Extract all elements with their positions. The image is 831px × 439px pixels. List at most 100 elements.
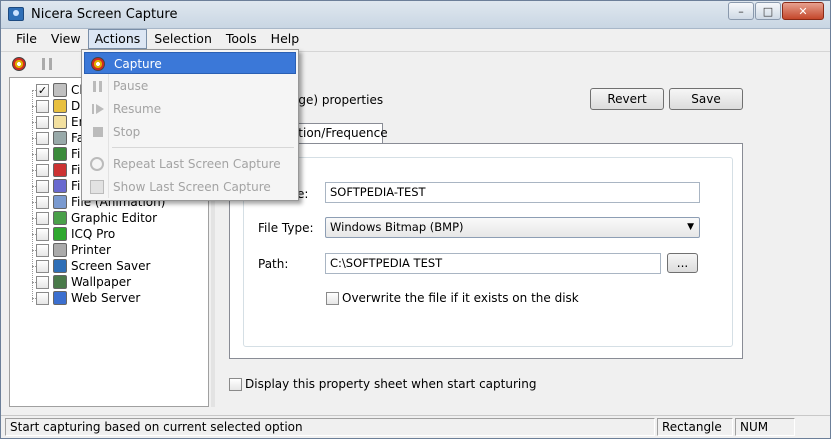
menu-item-label: Resume: [113, 102, 162, 116]
tree-item-checkbox[interactable]: [36, 227, 49, 241]
toolbar-pause-button[interactable]: [37, 54, 57, 74]
status-mode: Rectangle: [657, 418, 733, 436]
tree-item-checkbox[interactable]: [36, 147, 49, 161]
file-type-value: Windows Bitmap (BMP): [330, 220, 464, 234]
destination-icon: [53, 131, 67, 145]
tree-connector: [32, 170, 36, 171]
tree-item[interactable]: Graphic Editor: [32, 210, 158, 226]
menu-item-label: Show Last Screen Capture: [113, 180, 271, 194]
destination-icon: [53, 243, 67, 257]
tree-connector: [32, 122, 36, 123]
tree-item-checkbox[interactable]: [36, 195, 49, 209]
overwrite-checkbox[interactable]: [326, 291, 339, 305]
display-sheet-checkbox[interactable]: [229, 377, 242, 391]
properties-title: age) properties: [291, 93, 384, 107]
display-sheet-option[interactable]: Display this property sheet when start c…: [229, 377, 536, 391]
menu-bar: File View Actions Selection Tools Help: [1, 29, 830, 49]
tree-item-checkbox[interactable]: [36, 243, 49, 257]
tree-connector: [32, 218, 36, 219]
tree-item[interactable]: Web Server: [32, 290, 140, 306]
tree-item-checkbox[interactable]: [36, 131, 49, 145]
destination-icon: [53, 195, 67, 209]
tree-connector: [32, 250, 36, 251]
window-title: Nicera Screen Capture: [31, 7, 178, 22]
menu-item-resume[interactable]: Resume: [84, 98, 296, 120]
tree-connector: [32, 154, 36, 155]
destination-icon: [53, 99, 67, 113]
save-button[interactable]: Save: [669, 88, 743, 110]
tree-item-checkbox[interactable]: [36, 275, 49, 289]
destination-icon: [53, 275, 67, 289]
close-button[interactable]: ✕: [782, 2, 824, 20]
tree-connector: [32, 186, 36, 187]
app-window: Nicera Screen Capture – □ ✕ File View Ac…: [0, 0, 831, 439]
tree-item[interactable]: Screen Saver: [32, 258, 151, 274]
menu-item-repeat-last[interactable]: Repeat Last Screen Capture: [84, 153, 296, 175]
menu-item-show-last[interactable]: Show Last Screen Capture: [84, 176, 296, 198]
tree-connector: [32, 298, 36, 299]
dropdown-arrow-icon: ▼: [687, 222, 694, 232]
capture-icon: [91, 57, 105, 71]
name-input[interactable]: SOFTPEDIA-TEST: [325, 182, 700, 203]
overwrite-label: Overwrite the file if it exists on the d…: [342, 291, 579, 305]
stop-icon: [93, 127, 103, 137]
path-input[interactable]: C:\SOFTPEDIA TEST: [325, 253, 661, 274]
actions-menu: Capture Pause Resume Stop Repeat Last Sc…: [81, 49, 299, 201]
resume-icon: [90, 102, 104, 116]
window-controls: – □ ✕: [728, 2, 824, 20]
menu-item-capture[interactable]: Capture: [84, 52, 296, 74]
tree-item-checkbox[interactable]: [36, 291, 49, 305]
revert-button[interactable]: Revert: [590, 88, 664, 110]
tree-item[interactable]: ICQ Pro: [32, 226, 115, 242]
display-sheet-label: Display this property sheet when start c…: [245, 377, 537, 391]
menu-view[interactable]: View: [44, 29, 88, 49]
destination-icon: [53, 227, 67, 241]
maximize-button[interactable]: □: [755, 2, 781, 20]
menu-item-label: Capture: [114, 57, 162, 71]
tree-item-label: Screen Saver: [71, 259, 151, 273]
menu-help[interactable]: Help: [264, 29, 307, 49]
overwrite-option[interactable]: Overwrite the file if it exists on the d…: [326, 291, 579, 305]
tree-connector: [32, 282, 36, 283]
menu-selection[interactable]: Selection: [147, 29, 219, 49]
menu-tools[interactable]: Tools: [219, 29, 264, 49]
title-bar: Nicera Screen Capture – □ ✕: [1, 1, 830, 29]
tree-item-checkbox[interactable]: [36, 115, 49, 129]
destination-icon: [53, 179, 67, 193]
menu-item-pause[interactable]: Pause: [84, 75, 296, 97]
menu-actions[interactable]: Actions: [87, 29, 148, 49]
tree-item[interactable]: Da: [32, 98, 88, 114]
tree-item[interactable]: Fa: [32, 130, 84, 146]
status-num: NUM: [735, 418, 795, 436]
tree-item-checkbox[interactable]: ✓: [36, 83, 49, 97]
tree-item-label: Printer: [71, 243, 111, 257]
show-capture-icon: [90, 180, 104, 194]
tree-item-label: Graphic Editor: [71, 211, 158, 225]
menu-file[interactable]: File: [9, 29, 44, 49]
destination-icon: [53, 83, 67, 97]
menu-item-stop[interactable]: Stop: [84, 121, 296, 143]
tree-item[interactable]: Printer: [32, 242, 111, 258]
tree-item-checkbox[interactable]: [36, 99, 49, 113]
destination-icon: [53, 211, 67, 225]
tree-connector: [32, 234, 36, 235]
repeat-icon: [90, 157, 104, 171]
tree-item-checkbox[interactable]: [36, 179, 49, 193]
toolbar-capture-button[interactable]: [9, 54, 29, 74]
tree-item[interactable]: Wallpaper: [32, 274, 131, 290]
tree-item-checkbox[interactable]: [36, 163, 49, 177]
tree-item-checkbox[interactable]: [36, 259, 49, 273]
capture-icon: [12, 56, 26, 71]
file-type-select[interactable]: Windows Bitmap (BMP) ▼: [325, 217, 700, 238]
minimize-button[interactable]: –: [728, 2, 754, 20]
browse-button[interactable]: ...: [667, 253, 698, 273]
menu-item-label: Pause: [113, 79, 149, 93]
destination-icon: [53, 115, 67, 129]
tree-item-checkbox[interactable]: [36, 211, 49, 225]
file-type-label: File Type:: [258, 221, 314, 235]
menu-item-label: Stop: [113, 125, 141, 139]
tree-connector: [32, 106, 36, 107]
tree-connector: [32, 138, 36, 139]
tree-item[interactable]: ✓ Cli: [32, 82, 86, 98]
destination-icon: [53, 291, 67, 305]
